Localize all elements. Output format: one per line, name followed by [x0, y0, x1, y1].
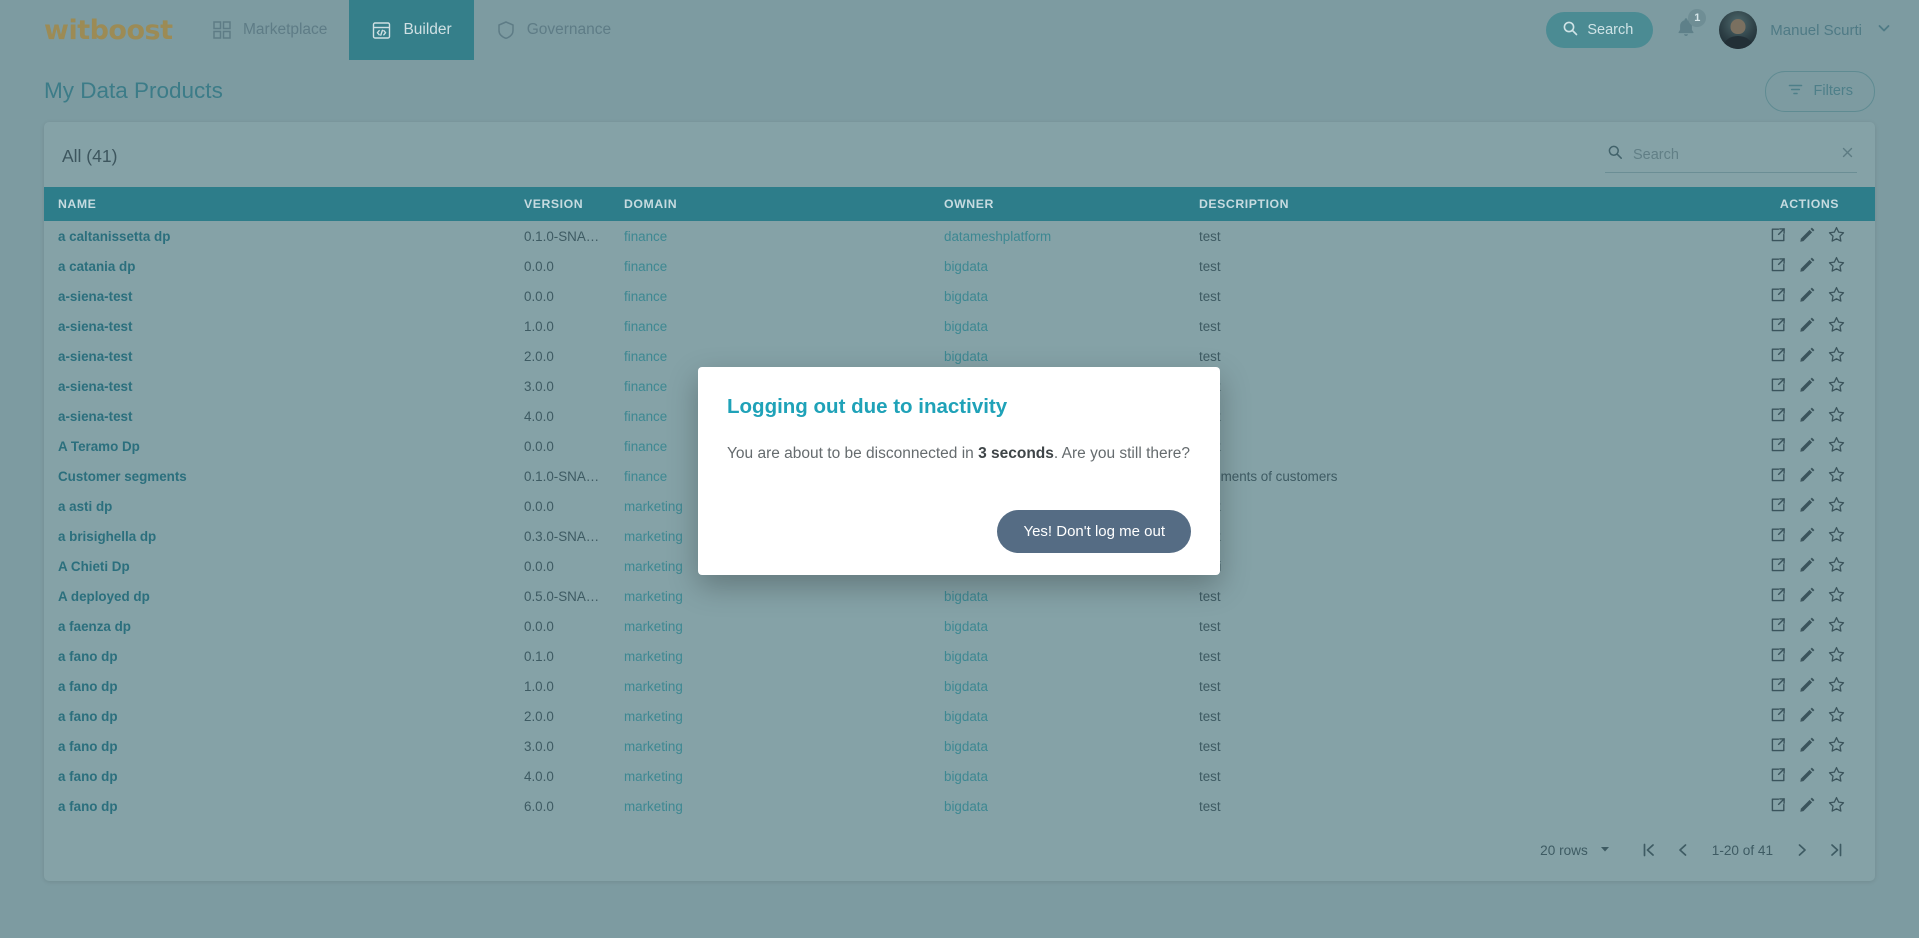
- inactivity-logout-dialog: Logging out due to inactivity You are ab…: [698, 367, 1220, 575]
- dialog-message-prefix: You are about to be disconnected in: [727, 445, 978, 462]
- dialog-actions: Yes! Don't log me out: [727, 510, 1191, 553]
- dialog-message-suffix: . Are you still there?: [1054, 445, 1190, 462]
- dialog-countdown: 3 seconds: [978, 445, 1054, 462]
- stay-logged-in-button[interactable]: Yes! Don't log me out: [997, 510, 1191, 553]
- dialog-message: You are about to be disconnected in 3 se…: [727, 445, 1191, 463]
- dialog-title: Logging out due to inactivity: [727, 395, 1191, 419]
